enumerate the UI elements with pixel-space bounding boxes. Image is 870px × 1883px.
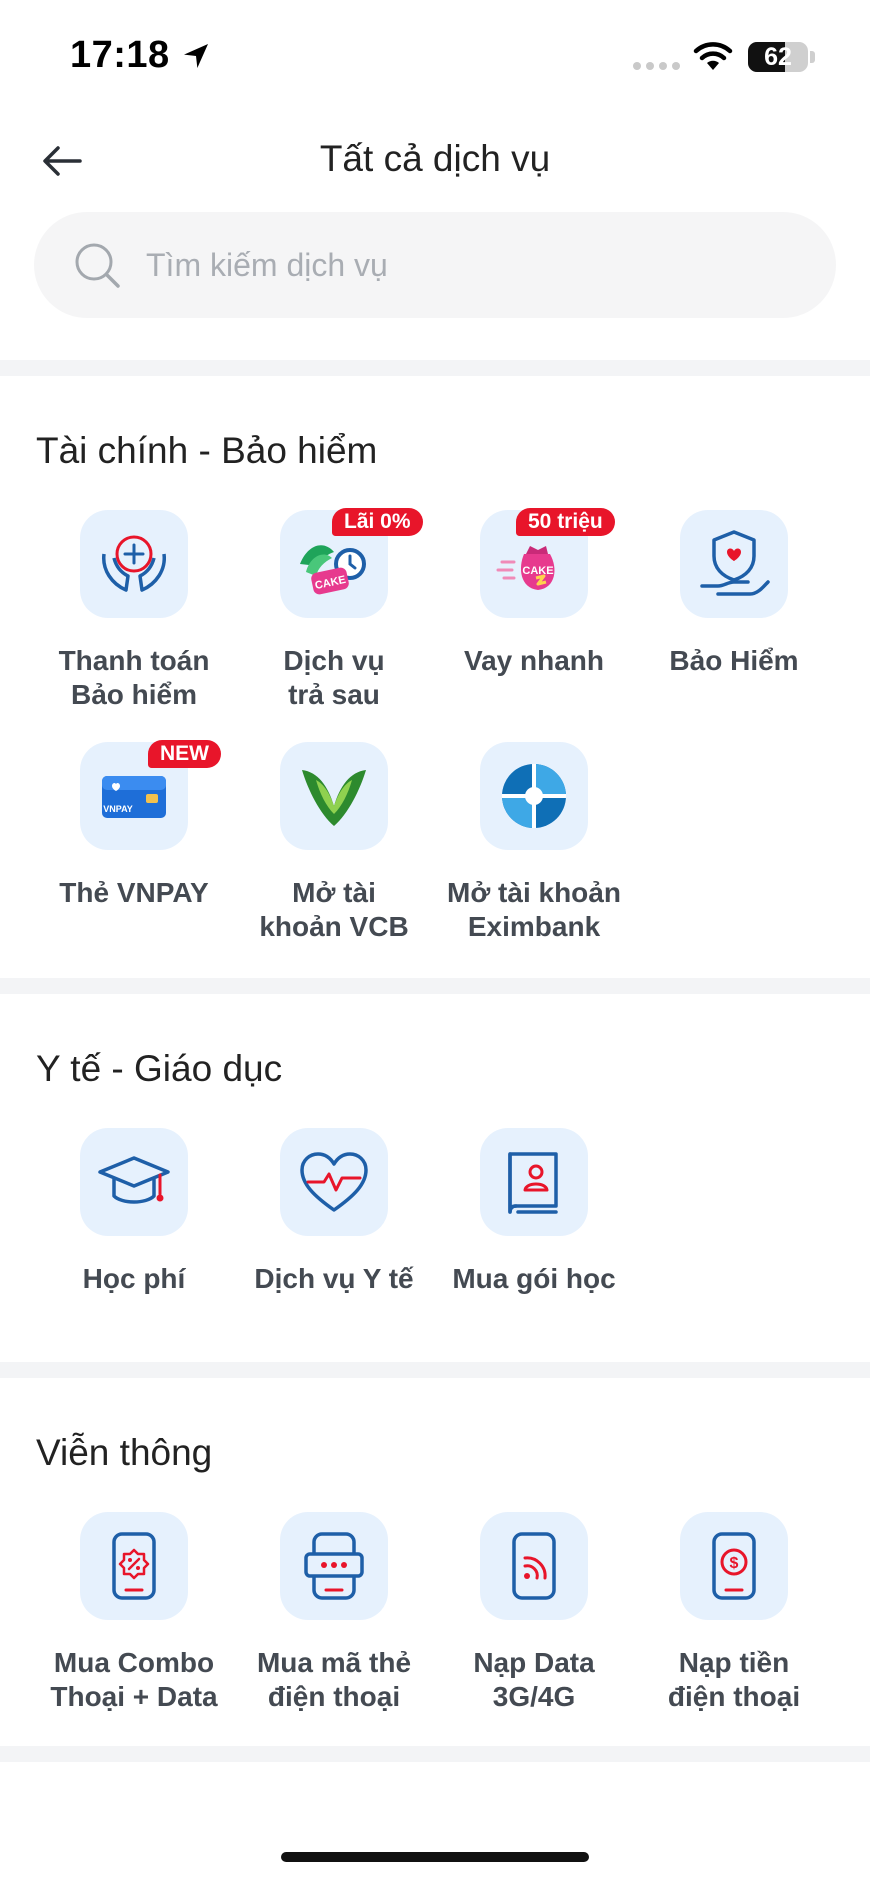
service-mua-combo[interactable]: Mua Combo Thoại + Data: [34, 1512, 234, 1714]
search-icon: [75, 243, 120, 288]
service-mua-goi-hoc[interactable]: Mua gói học: [434, 1128, 634, 1296]
section-title-health-education: Y tế - Giáo dục: [36, 1048, 283, 1089]
graduation-cap-icon: [98, 1156, 170, 1204]
service-dich-vu-tra-sau[interactable]: CAKE Lãi 0% Dịch vụ trả sau: [234, 508, 434, 712]
section-title-telecom: Viễn thông: [36, 1432, 213, 1473]
phone-combo-icon: [112, 1532, 156, 1600]
service-nap-data[interactable]: Nạp Data 3G/4G: [434, 1512, 634, 1714]
phone-data-icon: [512, 1532, 556, 1600]
svg-text:CAKE: CAKE: [522, 565, 553, 577]
service-label: Bảo Hiểm: [669, 645, 799, 676]
heart-pulse-icon: [300, 1152, 368, 1212]
service-label: Vay nhanh: [463, 645, 605, 676]
service-label: Thanh toán Bảo hiểm: [58, 645, 210, 710]
vnpay-card-text: VNPAY: [103, 804, 133, 814]
badge-interest-free: Lãi 0%: [332, 508, 423, 536]
cake-paylater-icon: CAKE: [300, 545, 366, 595]
status-time: 17:18: [70, 34, 170, 76]
search-input[interactable]: [146, 212, 786, 318]
service-mua-ma-the[interactable]: Mua mã thẻ điện thoại: [234, 1512, 434, 1714]
service-mo-tai-khoan-eximbank[interactable]: Mở tài khoản Eximbank: [434, 742, 634, 944]
service-bao-hiem[interactable]: Bảo Hiểm: [634, 510, 834, 678]
service-vay-nhanh[interactable]: CAKE 50 triệu Vay nhanh: [434, 508, 634, 678]
wifi-icon: [693, 42, 733, 70]
service-label: Mua gói học: [452, 1263, 616, 1294]
page-title: Tất cả dịch vụ: [319, 138, 551, 179]
vnpay-card-icon: VNPAY: [102, 776, 166, 818]
battery-level: 62: [764, 43, 792, 71]
location-arrow-icon: [184, 44, 208, 68]
section-title-finance: Tài chính - Bảo hiểm: [36, 430, 378, 471]
service-label: Dịch vụ trả sau: [283, 645, 385, 710]
badge-loan-amount: 50 triệu: [516, 508, 615, 536]
service-mo-tai-khoan-vcb[interactable]: Mở tài khoản VCB: [234, 742, 434, 944]
search-bar[interactable]: [34, 212, 836, 318]
hands-insurance-icon: [102, 535, 166, 592]
service-label: Mua mã thẻ điện thoại: [256, 1647, 412, 1712]
section-divider: [0, 978, 870, 994]
service-label: Học phí: [82, 1263, 186, 1294]
study-book-icon: [508, 1152, 558, 1214]
service-the-vnpay[interactable]: VNPAY NEW Thẻ VNPAY: [34, 740, 234, 910]
svg-text:$: $: [730, 1555, 739, 1572]
home-indicator: [281, 1852, 589, 1862]
service-label: Nạp Data 3G/4G: [473, 1647, 595, 1712]
eximbank-logo-icon: [502, 764, 566, 828]
cellular-signal-icon: [633, 62, 680, 70]
service-label: Mở tài khoản Eximbank: [447, 877, 621, 942]
service-label: Mua Combo Thoại + Data: [50, 1647, 218, 1712]
section-divider: [0, 360, 870, 376]
section-divider: [0, 1746, 870, 1762]
service-label: Mở tài khoản VCB: [259, 877, 409, 942]
service-nap-tien[interactable]: $ Nạp tiền điện thoại: [634, 1512, 834, 1714]
vcb-logo-icon: [302, 770, 366, 826]
status-bar: 17:18 62: [0, 0, 870, 110]
service-dich-vu-y-te[interactable]: Dịch vụ Y tế: [234, 1128, 434, 1296]
battery-icon: 62: [748, 42, 808, 72]
service-thanh-toan-bao-hiem[interactable]: Thanh toán Bảo hiểm: [34, 510, 234, 712]
phone-card-icon: [304, 1532, 364, 1600]
service-hoc-phi[interactable]: Học phí: [34, 1128, 234, 1296]
badge-new: NEW: [148, 740, 221, 768]
phone-topup-icon: $: [712, 1532, 756, 1600]
section-divider: [0, 1362, 870, 1378]
service-label: Dịch vụ Y tế: [254, 1263, 414, 1294]
cake-loan-icon: CAKE: [496, 546, 555, 590]
shield-hand-icon: [700, 530, 770, 596]
service-label: Nạp tiền điện thoại: [667, 1647, 801, 1712]
header: Tất cả dịch vụ: [0, 120, 870, 200]
service-label: Thẻ VNPAY: [59, 877, 209, 908]
